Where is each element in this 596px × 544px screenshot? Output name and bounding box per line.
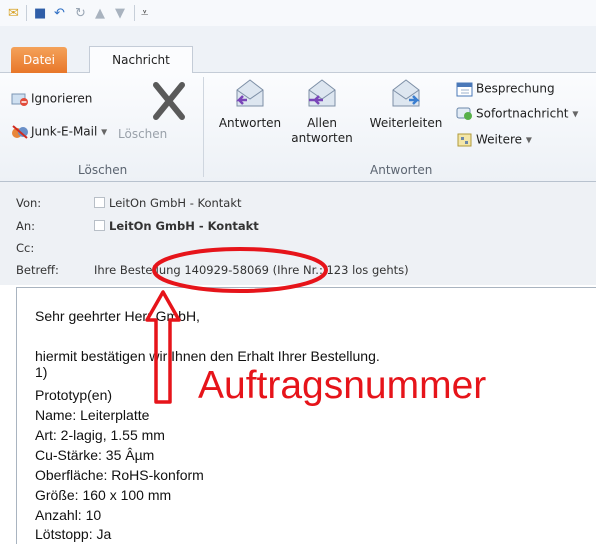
arrow-up-annotation <box>145 290 181 404</box>
annotation-label: Auftragsnummer <box>198 364 487 407</box>
highlight-ellipse <box>152 247 328 293</box>
annotation-overlay <box>145 247 328 404</box>
